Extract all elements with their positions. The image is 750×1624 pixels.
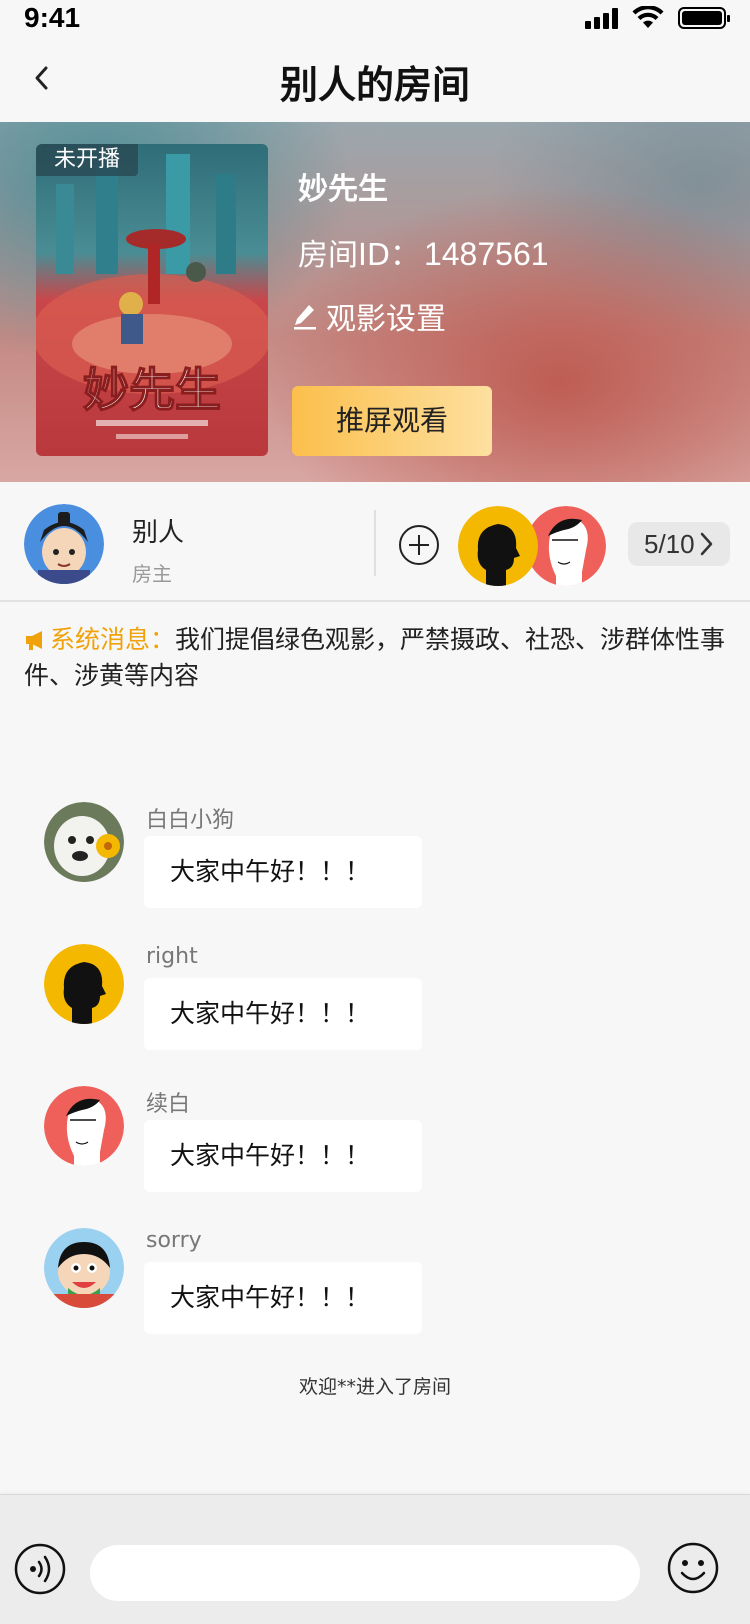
chat-avatar[interactable]	[44, 802, 124, 882]
chat-message: sorry 大家中午好！！！	[0, 1228, 750, 1348]
host-role: 房主	[132, 562, 172, 586]
emoji-button[interactable]	[666, 1541, 720, 1595]
chat-username: 白白小狗	[146, 808, 235, 833]
viewing-settings-label: 观影设置	[326, 302, 446, 337]
chat-bubble: 大家中午好！！！	[144, 978, 422, 1050]
cast-screen-button[interactable]: 推屏观看	[292, 386, 492, 456]
message-input[interactable]	[90, 1545, 640, 1601]
member-avatar[interactable]	[458, 506, 538, 586]
chat-message: 白白小狗 大家中午好！！！	[0, 802, 750, 922]
chat-bubble: 大家中午好！！！	[144, 1120, 422, 1192]
page-title: 别人的房间	[279, 63, 470, 107]
pencil-icon	[294, 305, 316, 330]
chat-avatar[interactable]	[44, 1228, 124, 1308]
member-count-button[interactable]: 5/10	[628, 522, 730, 566]
vertical-divider	[374, 510, 376, 576]
status-time: 9:41	[24, 2, 81, 33]
chat-username: sorry	[146, 1228, 202, 1253]
chat-message: right 大家中午好！！！	[0, 944, 750, 1064]
movie-poster[interactable]: 妙先生 未开播	[36, 144, 268, 456]
cellular-signal-icon	[585, 7, 618, 29]
system-message-label: 系统消息：	[50, 625, 176, 654]
host-name: 别人	[132, 518, 185, 548]
status-icons	[585, 6, 730, 30]
add-member-button[interactable]	[398, 524, 440, 566]
chevron-right-icon	[700, 532, 712, 556]
chat-username: 续白	[146, 1092, 191, 1117]
live-status-badge: 未开播	[36, 144, 139, 176]
wifi-icon	[632, 6, 664, 28]
nav-bar: 别人的房间	[0, 36, 750, 122]
chat-avatar[interactable]	[44, 944, 124, 1024]
voice-input-button[interactable]	[14, 1543, 66, 1595]
megaphone-icon	[26, 631, 42, 650]
room-id-label: 房间ID：	[298, 238, 420, 273]
host-row: 别人 房主 5/10	[0, 482, 750, 602]
chat-message: 续白 大家中午好！！！	[0, 1086, 750, 1206]
chat-username: right	[146, 944, 198, 969]
poster-title-text: 妙先生	[83, 363, 221, 417]
chat-bubble: 大家中午好！！！	[144, 836, 422, 908]
status-bar: 9:41	[0, 0, 750, 36]
room-id: 房间ID： 1487561	[298, 230, 549, 274]
room-id-value: 1487561	[423, 236, 549, 272]
welcome-notice: 欢迎**进入了房间	[298, 1376, 451, 1398]
battery-icon	[678, 7, 730, 29]
member-avatar[interactable]	[526, 506, 606, 586]
chat-avatar[interactable]	[44, 1086, 124, 1166]
host-avatar[interactable]	[24, 504, 104, 584]
bottom-input-bar	[0, 1494, 750, 1624]
room-name: 妙先生	[298, 172, 388, 207]
viewing-settings-button[interactable]: 观影设置	[292, 294, 446, 338]
member-count: 5/10	[644, 528, 695, 559]
system-message: 系统消息：我们提倡绿色观影，严禁摄政、社恐、涉群体性事件、涉黄等内容	[24, 622, 728, 694]
room-hero: 妙先生 未开播 妙先生 房间ID： 1487561 观影设置 推屏观看	[0, 122, 750, 482]
chat-bubble: 大家中午好！！！	[144, 1262, 422, 1334]
